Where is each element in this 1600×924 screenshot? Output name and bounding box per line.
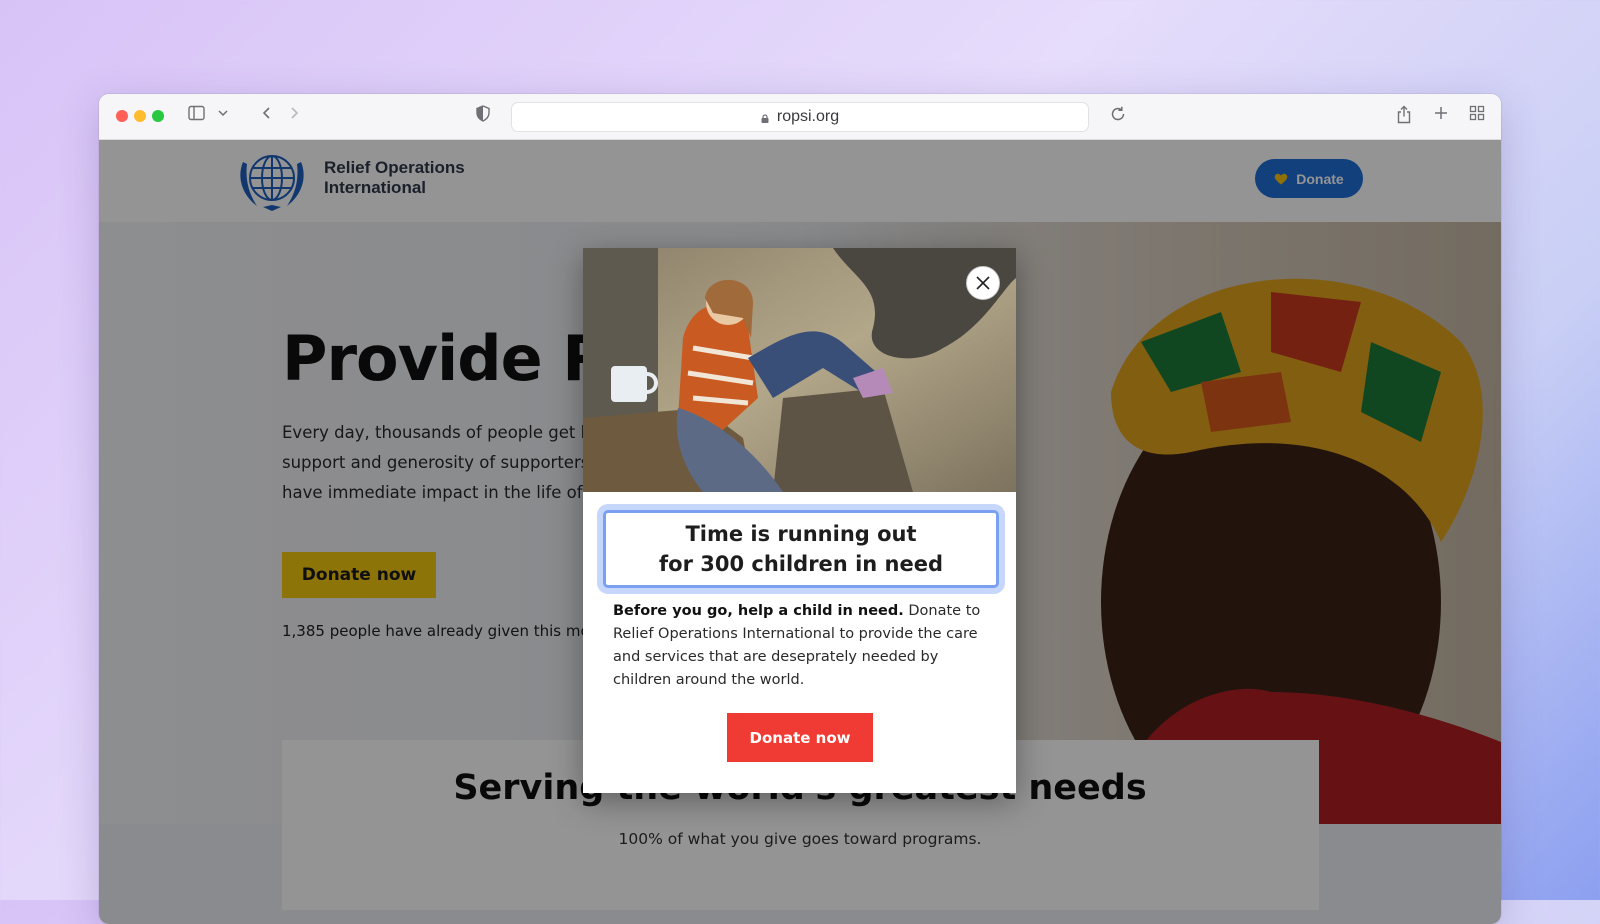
back-icon[interactable] <box>262 105 272 121</box>
close-icon <box>976 276 990 290</box>
url-text: ropsi.org <box>776 108 840 125</box>
close-window-button[interactable] <box>116 110 128 122</box>
tab-overview-icon[interactable] <box>1469 105 1485 121</box>
modal-headline-line2: for 300 children in need <box>659 552 943 576</box>
minimize-window-button[interactable] <box>134 110 146 122</box>
sidebar-icon[interactable] <box>188 105 205 121</box>
page-viewport: Relief Operations International Donate P… <box>99 140 1501 924</box>
new-tab-icon[interactable] <box>1433 105 1449 121</box>
browser-window: ropsi.org Relief Operations Internationa… <box>99 94 1501 924</box>
modal-headline: Time is running out for 300 children in … <box>603 510 999 588</box>
modal-donate-button[interactable]: Donate now <box>727 713 873 762</box>
chevron-down-icon[interactable] <box>217 105 229 121</box>
donation-modal: Time is running out for 300 children in … <box>583 248 1016 793</box>
address-bar[interactable]: ropsi.org <box>511 102 1089 132</box>
browser-toolbar: ropsi.org <box>99 94 1501 140</box>
reload-icon[interactable] <box>1109 105 1127 123</box>
modal-body-text: Before you go, help a child in need. Don… <box>613 600 988 692</box>
forward-icon[interactable] <box>289 105 299 121</box>
zoom-window-button[interactable] <box>152 110 164 122</box>
modal-close-button[interactable] <box>966 266 1000 300</box>
modal-body-bold: Before you go, help a child in need. <box>613 603 904 619</box>
child-photo-image <box>583 248 1016 492</box>
share-icon[interactable] <box>1396 105 1412 124</box>
modal-headline-line1: Time is running out <box>685 522 917 546</box>
privacy-shield-icon[interactable] <box>475 105 491 122</box>
lock-icon <box>761 113 769 123</box>
